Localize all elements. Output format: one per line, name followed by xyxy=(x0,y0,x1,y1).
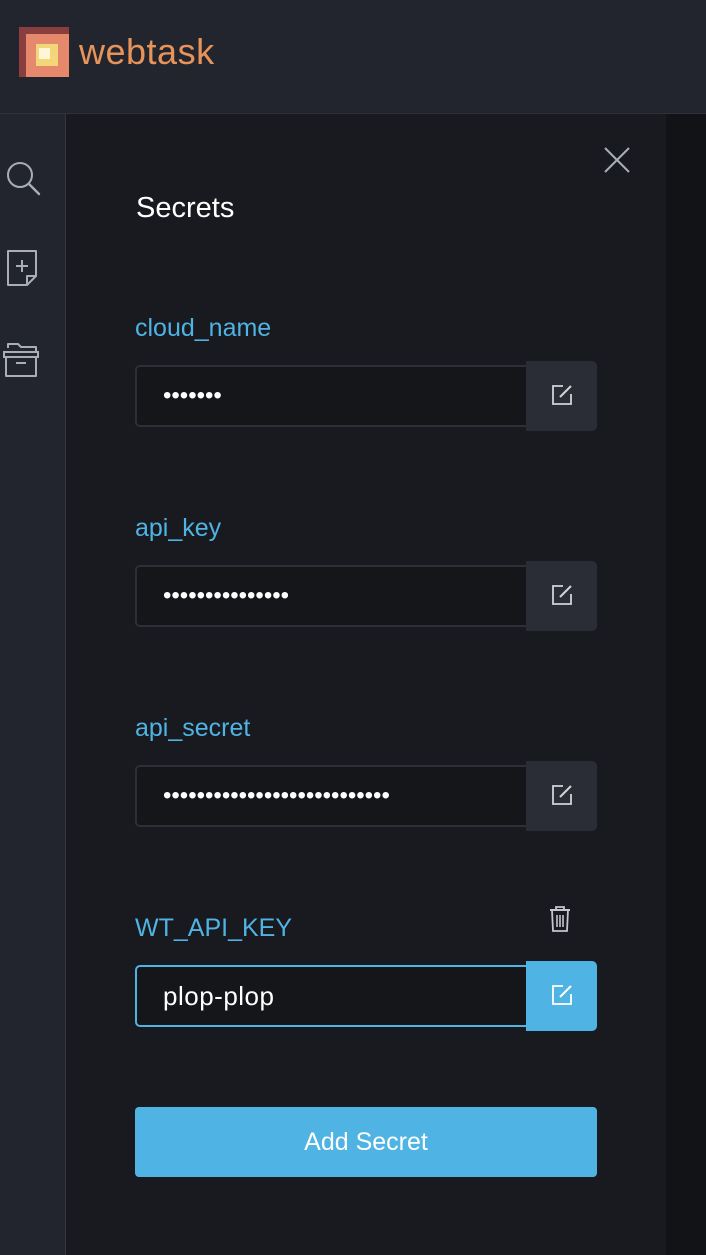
close-icon[interactable] xyxy=(601,144,633,176)
new-file-icon[interactable] xyxy=(2,248,42,288)
secret-value-field[interactable]: ••••••••••••••• xyxy=(135,565,527,627)
add-secret-button[interactable]: Add Secret xyxy=(135,1107,597,1177)
secret-item: api_secret ••••••••••••••••••••••••••• xyxy=(135,713,597,853)
app-header: webtask xyxy=(0,0,706,114)
secret-value-input[interactable]: plop-plop xyxy=(135,965,527,1027)
secret-value-field[interactable]: ••••••• xyxy=(135,365,527,427)
brand-name: webtask xyxy=(79,31,215,72)
edit-secret-button[interactable] xyxy=(526,961,597,1031)
secret-name: WT_API_KEY xyxy=(135,914,292,942)
edit-icon xyxy=(552,985,572,1005)
edit-icon xyxy=(552,585,572,605)
edit-secret-button[interactable] xyxy=(526,761,597,831)
secret-name: api_key xyxy=(135,514,222,542)
edit-secret-button[interactable] xyxy=(526,361,597,431)
secret-value-field[interactable]: ••••••••••••••••••••••••••• xyxy=(135,765,527,827)
editor-background xyxy=(666,114,706,1255)
open-folder-icon[interactable] xyxy=(2,340,42,380)
sidebar xyxy=(0,114,66,1255)
edit-secret-button[interactable] xyxy=(526,561,597,631)
secrets-panel: Secrets cloud_name ••••••• api_key •••••… xyxy=(66,114,666,1255)
secret-name: cloud_name xyxy=(135,314,272,342)
edit-icon xyxy=(552,385,572,405)
webtask-logo xyxy=(19,27,69,77)
trash-icon[interactable] xyxy=(548,905,572,933)
secret-item: cloud_name ••••••• xyxy=(135,313,597,453)
search-icon[interactable] xyxy=(2,156,42,196)
panel-title: Secrets xyxy=(136,192,235,224)
secret-item: api_key ••••••••••••••• xyxy=(135,513,597,653)
edit-icon xyxy=(552,785,572,805)
secret-item: WT_API_KEY plop-plop xyxy=(135,906,597,1053)
secret-name: api_secret xyxy=(135,714,251,742)
